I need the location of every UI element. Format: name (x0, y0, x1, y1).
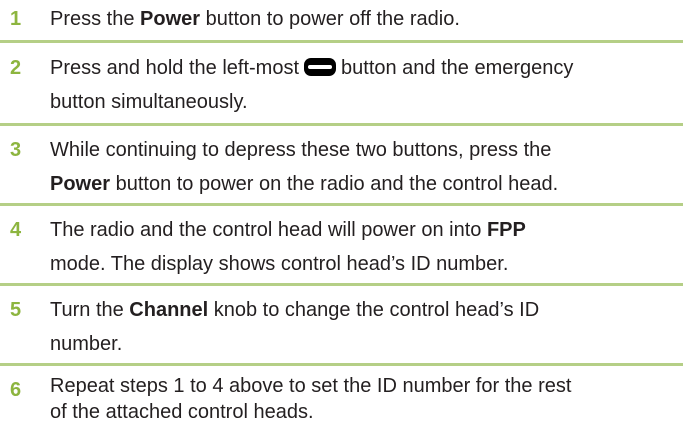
step-text: While continuing to depress these two bu… (50, 133, 670, 201)
text-run: The radio and the control head will powe… (50, 219, 487, 241)
oval-button-icon (304, 58, 337, 76)
divider (0, 203, 683, 206)
divider (0, 40, 683, 43)
text-run: button to power off the radio. (200, 8, 460, 30)
divider (0, 123, 683, 126)
text-run: Turn the (50, 299, 130, 321)
bold-term: Power (50, 173, 111, 195)
step-number: 5 (10, 299, 22, 321)
step-text: Turn the Channel knob to change the cont… (50, 293, 670, 361)
step-number: 2 (10, 57, 22, 79)
step-number: 1 (10, 8, 22, 30)
step-text: Repeat steps 1 to 4 above to set the ID … (50, 373, 670, 425)
bold-term: FPP (486, 219, 526, 241)
bold-term: Channel (129, 299, 209, 321)
text-run: mode. The display shows control head’s I… (50, 253, 509, 275)
step-number: 3 (10, 139, 22, 161)
step-number: 4 (10, 219, 22, 241)
divider (0, 283, 683, 286)
step-text: Press the Power button to power off the … (50, 2, 670, 36)
step-text: The radio and the control head will powe… (50, 213, 670, 281)
text-run: Press the (50, 8, 141, 30)
text-run: While continuing to depress these two bu… (50, 139, 552, 161)
text-run: knob to change the control head’s ID (208, 299, 540, 321)
text-run: button and the emergency (341, 57, 574, 79)
text-run: Press and hold the left-most (50, 57, 300, 79)
text-run: button to power on the radio and the con… (110, 173, 559, 195)
text-run: Repeat steps 1 to 4 above to set the ID … (50, 375, 572, 397)
text-run: of the attached control heads. (50, 401, 314, 423)
bold-term: Power (140, 8, 201, 30)
step-text: Press and hold the left-most button and t… (50, 51, 670, 119)
step-number: 6 (10, 379, 22, 401)
text-run: number. (50, 333, 123, 355)
text-run: button simultaneously. (50, 91, 248, 113)
divider (0, 363, 683, 366)
step-list: 1 Press the Power button to power off th… (0, 0, 683, 424)
